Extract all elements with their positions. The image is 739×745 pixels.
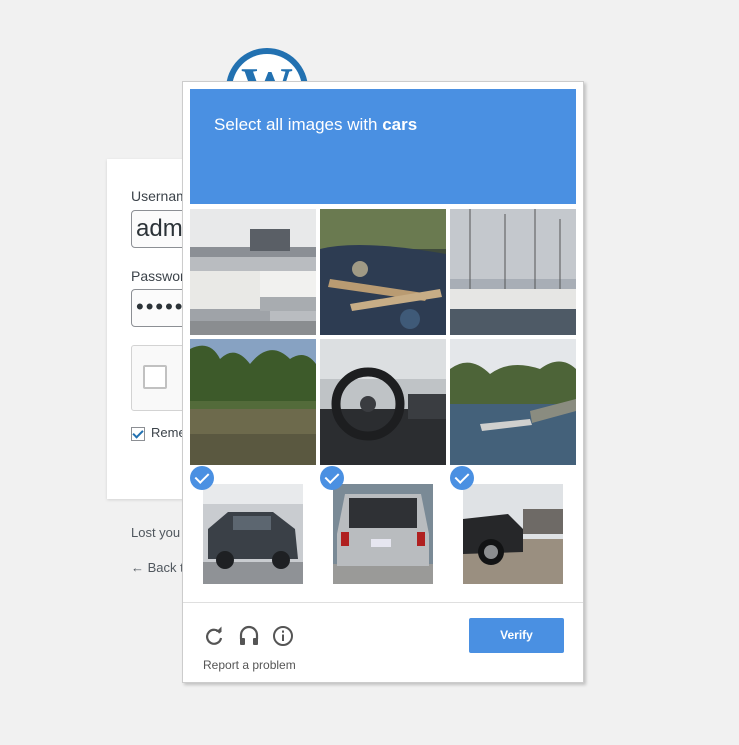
black-muscle-car-image xyxy=(463,484,563,584)
back-to-site-link[interactable]: ← Back t xyxy=(131,560,184,575)
image-tile-9[interactable] xyxy=(450,466,576,592)
lake-dock-image xyxy=(450,339,576,465)
hotel-room-image xyxy=(190,209,316,335)
report-problem-link[interactable]: Report a problem xyxy=(203,658,296,672)
footer-divider xyxy=(183,602,583,603)
stream-logs-image xyxy=(320,209,446,335)
image-tile-2[interactable] xyxy=(320,209,446,335)
selected-check-icon xyxy=(190,466,214,490)
selected-check-icon xyxy=(320,466,344,490)
image-tile-5[interactable] xyxy=(320,339,446,465)
image-challenge-dialog: Select all images with cars Report a pro… xyxy=(182,81,584,683)
challenge-instruction-text: Select all images with xyxy=(214,115,383,134)
remember-me-checkbox[interactable] xyxy=(131,426,145,441)
info-icon[interactable] xyxy=(272,625,294,647)
silver-minivan-image xyxy=(333,484,433,584)
dark-sedan-image xyxy=(203,484,303,584)
password-label: Passwor xyxy=(131,268,185,284)
selected-check-icon xyxy=(450,466,474,490)
reload-icon[interactable] xyxy=(203,625,225,647)
verify-button[interactable]: Verify xyxy=(469,618,564,653)
headphones-icon[interactable] xyxy=(238,625,260,647)
image-tile-7[interactable] xyxy=(190,466,316,592)
remember-me-row[interactable]: Reme xyxy=(131,425,186,441)
username-label: Usernam xyxy=(131,188,188,204)
challenge-header: Select all images with cars xyxy=(190,89,576,204)
lost-password-link[interactable]: Lost you xyxy=(131,525,180,540)
image-tile-8[interactable] xyxy=(320,466,446,592)
recaptcha-checkbox[interactable] xyxy=(143,365,167,389)
car-interior-image xyxy=(320,339,446,465)
challenge-target-word: cars xyxy=(382,115,418,134)
challenge-instruction: Select all images with cars xyxy=(214,115,417,135)
image-tile-1[interactable] xyxy=(190,209,316,335)
image-tile-4[interactable] xyxy=(190,339,316,465)
image-tile-6[interactable] xyxy=(450,339,576,465)
image-tile-3[interactable] xyxy=(450,209,576,335)
marina-image xyxy=(450,209,576,335)
river-trees-image xyxy=(190,339,316,465)
remember-me-label: Reme xyxy=(151,425,186,440)
